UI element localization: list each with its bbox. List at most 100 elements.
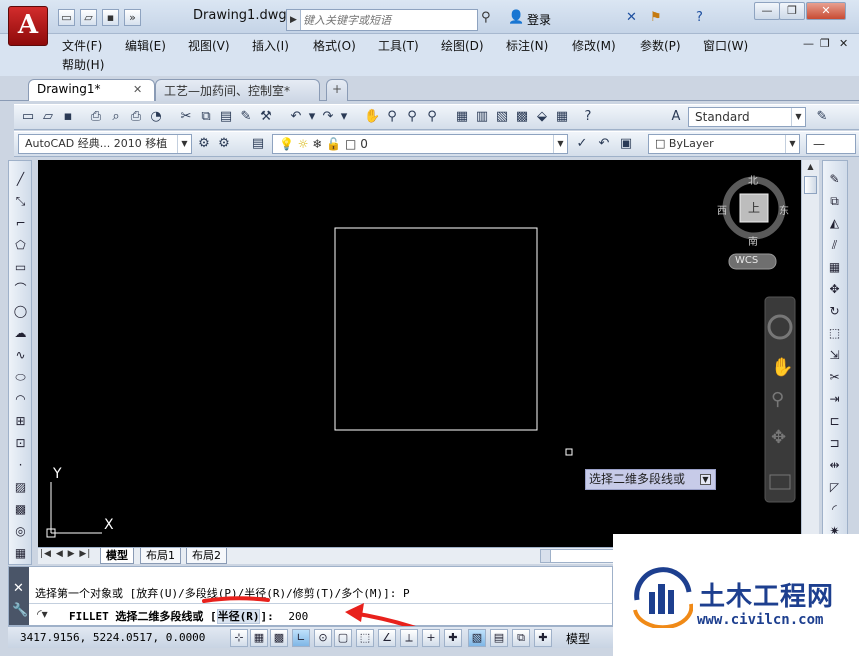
open-file-icon[interactable]: ▱	[80, 9, 97, 26]
tab-process-room[interactable]: 工艺—加药间、控制室*	[155, 79, 320, 101]
arc-icon[interactable]: ⌒	[12, 281, 29, 298]
zoom-window-icon[interactable]: ⚲	[404, 109, 420, 125]
tooltip-options-icon[interactable]: ▼	[700, 474, 711, 485]
maximize-button[interactable]: ❐	[779, 2, 805, 20]
login-button[interactable]: 登录	[527, 11, 551, 28]
join-icon[interactable]: ⇹	[826, 457, 843, 474]
search-input[interactable]	[303, 12, 475, 28]
zoom-previous-icon[interactable]: ⚲	[424, 109, 440, 125]
zoom-realtime-icon[interactable]: ⚲	[384, 109, 400, 125]
print-icon[interactable]: ⎙	[88, 109, 104, 125]
snap-mode-icon[interactable]: ▦	[250, 629, 268, 647]
point-icon[interactable]: ·	[12, 457, 29, 474]
design-center-icon[interactable]: ▥	[474, 109, 490, 125]
menu-draw[interactable]: 绘图(D)	[441, 37, 484, 54]
hscroll-thumb[interactable]	[541, 550, 551, 562]
menu-format[interactable]: 格式(O)	[313, 37, 356, 54]
undo-icon[interactable]: ↶	[288, 109, 304, 125]
layer-state-icon[interactable]: ▣	[618, 136, 634, 152]
doc-minimize-button[interactable]: —	[803, 37, 814, 50]
stretch-icon[interactable]: ⇲	[826, 347, 843, 364]
layer-properties-icon[interactable]: ▤	[250, 136, 266, 152]
customize-wrench-icon[interactable]: 🔧	[12, 603, 28, 618]
zoom-icon[interactable]: ⚲	[771, 389, 784, 410]
save-workspace-icon[interactable]: ⚙	[216, 136, 232, 152]
undo-dropdown-icon[interactable]: ▾	[304, 109, 320, 125]
selection-cycling-icon[interactable]: ⧉	[512, 629, 530, 647]
vertical-scrollbar[interactable]: ▲	[801, 160, 819, 547]
hatch-icon[interactable]: ▨	[12, 479, 29, 496]
rectangle-icon[interactable]: ▭	[12, 259, 29, 276]
dynamic-ucs-icon[interactable]: ⟂	[400, 629, 418, 647]
print-preview-icon[interactable]: ⌕	[108, 109, 124, 125]
revision-cloud-icon[interactable]: ☁	[12, 325, 29, 342]
make-current-layer-icon[interactable]: ✓	[574, 136, 590, 152]
binoculars-icon[interactable]: ⚲	[481, 10, 491, 25]
properties-icon[interactable]: ▦	[454, 109, 470, 125]
lineweight-icon[interactable]: ✚	[444, 629, 462, 647]
object-snap-tracking-icon[interactable]: ∠	[378, 629, 396, 647]
text-style-icon[interactable]: A	[668, 109, 684, 125]
close-tab-icon[interactable]: ✕	[133, 83, 142, 96]
scale-icon[interactable]: ⬚	[826, 325, 843, 342]
workspace-settings-icon[interactable]: ⚙	[196, 136, 212, 152]
mirror-icon[interactable]: ◭	[826, 215, 843, 232]
fillet-icon[interactable]: ◜	[826, 501, 843, 518]
infer-constraints-icon[interactable]: ⊹	[230, 629, 248, 647]
menu-dimension[interactable]: 标注(N)	[506, 37, 548, 54]
gradient-icon[interactable]: ▩	[12, 501, 29, 518]
doc-close-button[interactable]: ✕	[839, 37, 848, 50]
pan-icon[interactable]: ✋	[771, 356, 793, 378]
annotation-monitor-icon[interactable]: ✚	[534, 629, 552, 647]
command-input-line[interactable]: ◜▾ FILLET 选择二维多段线或 [半径(R)]: 200	[29, 603, 612, 625]
tab-drawing1[interactable]: Drawing1* ✕	[28, 79, 155, 101]
offset-icon[interactable]: ⫽	[826, 237, 843, 254]
search-expand-icon[interactable]: ▶	[287, 10, 301, 30]
pan-icon[interactable]: ✋	[364, 109, 380, 125]
copy-icon[interactable]: ⧉	[198, 109, 214, 125]
radius-option[interactable]: 半径(R)	[216, 609, 261, 624]
polyline-icon[interactable]: ⌐	[12, 215, 29, 232]
text-style-select[interactable]: Standard ▼	[688, 107, 806, 127]
publish-icon[interactable]: ⎙	[128, 109, 144, 125]
menu-view[interactable]: 视图(V)	[188, 37, 230, 54]
menu-insert[interactable]: 插入(I)	[252, 37, 289, 54]
dynamic-input-icon[interactable]: +	[422, 629, 440, 647]
tab-layout2[interactable]: 布局2	[186, 548, 227, 564]
exchange-icon[interactable]: ✕	[626, 10, 637, 25]
erase-icon[interactable]: ✎	[826, 171, 843, 188]
region-icon[interactable]: ◎	[12, 523, 29, 540]
menu-file[interactable]: 文件(F)	[62, 37, 102, 54]
coordinates-readout[interactable]: 3417.9156, 5224.0517, 0.0000	[20, 631, 205, 644]
array-icon[interactable]: ▦	[826, 259, 843, 276]
help-icon[interactable]: ?	[580, 109, 596, 125]
tool-palettes-icon[interactable]: ▧	[494, 109, 510, 125]
circle-icon[interactable]: ◯	[12, 303, 29, 320]
sheet-set-icon[interactable]: ▩	[514, 109, 530, 125]
close-command-window-icon[interactable]: ✕	[13, 581, 24, 596]
save-icon[interactable]: ▪	[102, 9, 119, 26]
object-snap-icon[interactable]: ▢	[334, 629, 352, 647]
menu-tools[interactable]: 工具(T)	[378, 37, 419, 54]
workspace-select[interactable]: AutoCAD 经典... 2010 移植 ▼	[18, 134, 192, 154]
move-icon[interactable]: ✥	[826, 281, 843, 298]
dimension-style-icon[interactable]: ✎	[814, 109, 830, 125]
chamfer-icon[interactable]: ◸	[826, 479, 843, 496]
insert-block-icon[interactable]: ⊞	[12, 413, 29, 430]
subscription-center-icon[interactable]: ⚑	[650, 10, 662, 25]
scroll-up-arrow-icon[interactable]: ▲	[805, 162, 816, 174]
rotate-icon[interactable]: ↻	[826, 303, 843, 320]
spline-icon[interactable]: ∿	[12, 347, 29, 364]
tab-layout1[interactable]: 布局1	[140, 548, 181, 564]
line-icon[interactable]: ╱	[12, 171, 29, 188]
break-icon[interactable]: ⊐	[826, 435, 843, 452]
new-file-icon[interactable]: ▭	[58, 9, 75, 26]
3d-object-snap-icon[interactable]: ⬚	[356, 629, 374, 647]
layout-nav-arrows-icon[interactable]: |◀ ◀ ▶ ▶|	[40, 549, 91, 559]
color-select[interactable]: □ ByLayer ▼	[648, 134, 800, 154]
doc-restore-button[interactable]: ❐	[820, 37, 830, 50]
application-menu-button[interactable]: A	[8, 6, 48, 46]
break-at-point-icon[interactable]: ⊏	[826, 413, 843, 430]
minimize-button[interactable]: —	[754, 2, 780, 20]
drawing-canvas[interactable]: ✋ ⚲ ✥ 北 南 西 东 上 WCS Y X 选择二维多段线或 ▼	[38, 160, 801, 547]
